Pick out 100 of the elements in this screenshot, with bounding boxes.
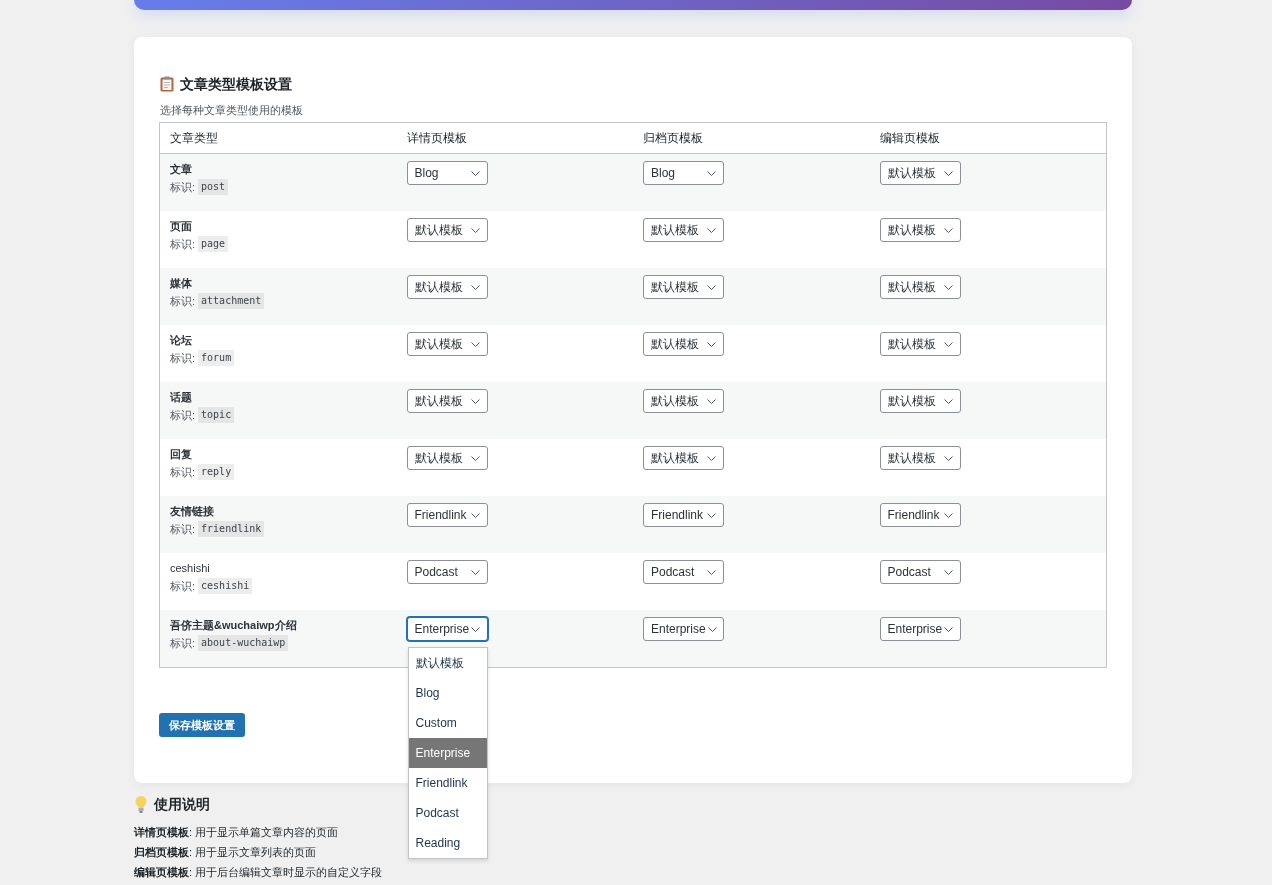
slug-code: topic [198, 407, 235, 423]
dropdown-option[interactable]: Enterprise [408, 738, 487, 768]
note-line: 详情页模板: 用于显示单篇文章内容的页面 [134, 825, 340, 839]
template-select[interactable]: 默认模板 [406, 275, 488, 299]
dropdown-option[interactable]: Custom [408, 708, 487, 738]
chevron-down-icon [943, 341, 953, 347]
chevron-down-icon [707, 227, 716, 233]
template-select[interactable]: 默认模板 [643, 218, 724, 242]
template-select[interactable]: 默认模板 [879, 275, 961, 299]
lightbulb-icon [135, 795, 147, 813]
chevron-down-icon [707, 512, 716, 518]
chevron-down-icon [470, 341, 480, 347]
chevron-down-icon [470, 512, 480, 518]
chevron-down-icon [470, 170, 480, 176]
template-select[interactable]: 默认模板 [643, 389, 724, 413]
slug-label: 标识: [170, 578, 196, 594]
post-type-name: 页面 [170, 219, 193, 233]
template-select[interactable]: Blog [406, 161, 488, 185]
slug-code: about-wuchaiwp [198, 635, 289, 651]
chevron-down-icon [470, 284, 480, 290]
template-select[interactable]: Enterprise [643, 617, 724, 641]
section-title: 文章类型模板设置 [180, 75, 292, 94]
chevron-down-icon [943, 170, 953, 176]
column-header: 编辑页模板 [878, 129, 941, 147]
slug-label: 标识: [170, 464, 196, 480]
template-select[interactable]: Podcast [643, 560, 724, 584]
column-header: 文章类型 [169, 129, 219, 147]
template-select[interactable]: 默认模板 [643, 446, 724, 470]
slug-label: 标识: [170, 635, 196, 651]
dropdown-option[interactable]: Reading [408, 828, 487, 858]
column-header: 归档页模板 [642, 129, 704, 147]
template-select[interactable]: 默认模板 [879, 446, 961, 470]
note-line: 归档页模板: 用于显示文章列表的页面 [134, 845, 318, 859]
template-select[interactable]: Enterprise [406, 617, 488, 641]
chevron-down-icon [943, 512, 953, 518]
slug-code: reply [198, 464, 235, 480]
chevron-down-icon [707, 455, 716, 461]
template-select[interactable]: 默认模板 [406, 332, 488, 356]
post-type-name: 论坛 [170, 333, 193, 347]
chevron-down-icon [707, 398, 716, 404]
template-select[interactable]: Friendlink [406, 503, 488, 527]
slug-label: 标识: [170, 350, 196, 366]
notes-title: 使用说明 [154, 795, 210, 814]
template-select[interactable]: Enterprise [879, 617, 961, 641]
template-select[interactable]: 默认模板 [879, 161, 961, 185]
template-select[interactable]: 默认模板 [879, 389, 961, 413]
chevron-down-icon [944, 626, 954, 632]
slug-label: 标识: [170, 293, 196, 309]
chevron-down-icon [470, 569, 480, 575]
slug-label: 标识: [170, 521, 196, 537]
template-select[interactable]: Blog [643, 161, 724, 185]
post-type-name: 友情链接 [170, 504, 215, 518]
chevron-down-icon [707, 569, 716, 575]
chevron-down-icon [943, 227, 953, 233]
template-select[interactable]: 默认模板 [643, 332, 724, 356]
slug-label: 标识: [170, 179, 196, 195]
post-type-name: 媒体 [170, 276, 193, 290]
chevron-down-icon [943, 569, 953, 575]
slug-code: ceshishi [198, 578, 253, 594]
template-select[interactable]: 默认模板 [406, 389, 488, 413]
template-select[interactable]: Friendlink [643, 503, 724, 527]
dropdown-option[interactable]: 默认模板 [408, 648, 487, 678]
chevron-down-icon [470, 227, 480, 233]
template-select[interactable]: Podcast [406, 560, 488, 584]
slug-code: page [198, 236, 229, 252]
chevron-down-icon [943, 398, 953, 404]
post-type-name: 回复 [170, 447, 193, 461]
dropdown-option[interactable]: Friendlink [408, 768, 487, 798]
slug-code: friendlink [198, 521, 265, 537]
slug-label: 标识: [170, 407, 196, 423]
post-type-name: ceshishi [170, 561, 211, 575]
chevron-down-icon [471, 626, 481, 632]
chevron-down-icon [707, 170, 716, 176]
post-type-name: 话题 [170, 390, 193, 404]
template-select[interactable]: 默认模板 [879, 332, 961, 356]
clipboard-icon [160, 76, 174, 92]
post-type-name: 吾侪主题&wuchaiwp介绍 [170, 618, 298, 632]
save-button[interactable]: 保存模板设置 [159, 713, 245, 737]
template-select[interactable]: 默认模板 [406, 446, 488, 470]
chevron-down-icon [707, 284, 716, 290]
chevron-down-icon [470, 398, 480, 404]
template-select[interactable]: Friendlink [879, 503, 961, 527]
section-subtitle: 选择每种文章类型使用的模板 [160, 103, 304, 118]
slug-label: 标识: [170, 236, 196, 252]
slug-code: forum [198, 350, 235, 366]
column-header: 详情页模板 [405, 129, 468, 147]
chevron-down-icon [707, 626, 717, 632]
template-select[interactable]: 默认模板 [406, 218, 488, 242]
chevron-down-icon [470, 455, 480, 461]
slug-code: attachment [198, 293, 265, 309]
dropdown-option[interactable]: Blog [408, 678, 487, 708]
chevron-down-icon [943, 284, 953, 290]
template-select[interactable]: Podcast [879, 560, 961, 584]
chevron-down-icon [707, 341, 716, 347]
template-select[interactable]: 默认模板 [643, 275, 724, 299]
dropdown-option[interactable]: Podcast [408, 798, 487, 828]
slug-code: post [198, 179, 229, 195]
template-select[interactable]: 默认模板 [879, 218, 961, 242]
note-line: 编辑页模板: 用于后台编辑文章时显示的自定义字段 [134, 865, 384, 879]
post-type-name: 文章 [170, 162, 193, 176]
